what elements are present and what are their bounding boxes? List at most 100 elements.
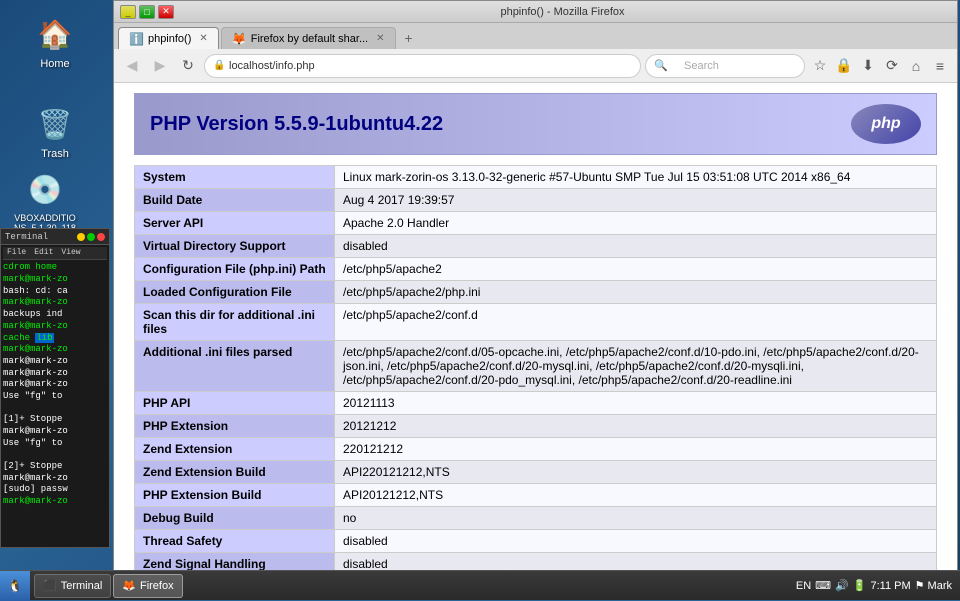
table-row: Server APIApache 2.0 Handler bbox=[135, 212, 937, 235]
terminal-max-btn[interactable] bbox=[87, 233, 95, 241]
php-info-table: SystemLinux mark-zorin-os 3.13.0-32-gene… bbox=[134, 165, 937, 574]
table-row: PHP API20121113 bbox=[135, 392, 937, 415]
terminal-line-1: cdrom home bbox=[3, 262, 107, 274]
new-tab-button[interactable]: + bbox=[398, 27, 420, 49]
terminal-line-14: [1]+ Stoppe bbox=[3, 414, 107, 426]
safe-icon[interactable]: 🔒 bbox=[833, 55, 855, 77]
system-clock: 7:11 PM bbox=[870, 580, 910, 592]
table-row: PHP Extension20121212 bbox=[135, 415, 937, 438]
table-row: Scan this dir for additional .ini files/… bbox=[135, 304, 937, 341]
taskbar-items: ⬛ Terminal 🦊 Firefox bbox=[30, 574, 788, 598]
taskbar-item-firefox[interactable]: 🦊 Firefox bbox=[113, 574, 182, 598]
terminal-line-11: mark@mark-zo bbox=[3, 379, 107, 391]
toolbar-icons: ☆ 🔒 ⬇ ⟳ ⌂ ≡ bbox=[809, 55, 951, 77]
tab-firefox-share[interactable]: 🦊 Firefox by default shar... ✕ bbox=[221, 27, 396, 49]
terminal-min-btn[interactable] bbox=[77, 233, 85, 241]
nav-bar: ◀ ▶ ↻ 🔒 localhost/info.php 🔍 Search ☆ 🔒 … bbox=[114, 49, 957, 83]
php-logo-text: php bbox=[871, 115, 900, 133]
back-button[interactable]: ◀ bbox=[120, 54, 144, 78]
terminal-line-19: mark@mark-zo bbox=[3, 473, 107, 485]
download-icon[interactable]: ⬇ bbox=[857, 55, 879, 77]
search-icon: 🔍 bbox=[654, 59, 668, 72]
table-value: Linux mark-zorin-os 3.13.0-32-generic #5… bbox=[335, 166, 937, 189]
terminal-line-17 bbox=[3, 449, 107, 461]
taskbar-item-terminal[interactable]: ⬛ Terminal bbox=[34, 574, 111, 598]
address-text: localhost/info.php bbox=[229, 60, 315, 72]
tab-firefox-share-close[interactable]: ✕ bbox=[376, 33, 384, 44]
table-key: Scan this dir for additional .ini files bbox=[135, 304, 335, 341]
table-row: SystemLinux mark-zorin-os 3.13.0-32-gene… bbox=[135, 166, 937, 189]
terminal-window: Terminal File Edit View cdrom home mark@… bbox=[0, 228, 110, 548]
table-row: Zend Extension BuildAPI220121212,NTS bbox=[135, 461, 937, 484]
battery-icon: 🔋 bbox=[853, 579, 867, 592]
table-value: /etc/php5/apache2/conf.d/05-opcache.ini,… bbox=[335, 341, 937, 392]
table-row: PHP Extension BuildAPI20121212,NTS bbox=[135, 484, 937, 507]
terminal-close-btn[interactable] bbox=[97, 233, 105, 241]
taskbar-terminal-icon: ⬛ bbox=[43, 579, 57, 592]
tab-phpinfo-icon: ℹ️ bbox=[129, 32, 144, 46]
menu-icon[interactable]: ≡ bbox=[929, 55, 951, 77]
terminal-line-18: [2]+ Stoppe bbox=[3, 461, 107, 473]
table-key: Thread Safety bbox=[135, 530, 335, 553]
table-row: Zend Extension220121212 bbox=[135, 438, 937, 461]
desktop-icon-home[interactable]: 🏠 Home bbox=[20, 10, 90, 74]
terminal-line-16: Use "fg" to bbox=[3, 438, 107, 450]
tab-firefox-share-icon: 🦊 bbox=[232, 32, 247, 46]
terminal-title-bar: Terminal bbox=[5, 232, 48, 242]
search-bar[interactable]: 🔍 Search bbox=[645, 54, 805, 78]
home-nav-icon[interactable]: ⌂ bbox=[905, 55, 927, 77]
php-version: PHP Version 5.5.9-1ubuntu4.22 bbox=[150, 113, 443, 136]
keyboard-indicator: EN bbox=[796, 580, 811, 592]
table-row: Thread Safetydisabled bbox=[135, 530, 937, 553]
terminal-line-12: Use "fg" to bbox=[3, 391, 107, 403]
table-value: 20121113 bbox=[335, 392, 937, 415]
table-key: Build Date bbox=[135, 189, 335, 212]
table-row: Virtual Directory Supportdisabled bbox=[135, 235, 937, 258]
table-key: Zend Extension Build bbox=[135, 461, 335, 484]
bookmark-star-icon[interactable]: ☆ bbox=[809, 55, 831, 77]
table-value: Aug 4 2017 19:39:57 bbox=[335, 189, 937, 212]
forward-button[interactable]: ▶ bbox=[148, 54, 172, 78]
tab-phpinfo-label: phpinfo() bbox=[148, 33, 191, 45]
start-button[interactable]: 🐧 bbox=[0, 571, 30, 601]
window-controls: _ □ ✕ bbox=[120, 5, 174, 19]
terminal-line-3: bash: cd: ca bbox=[3, 286, 107, 298]
volume-icon[interactable]: 🔊 bbox=[835, 579, 849, 592]
reload-button[interactable]: ↻ bbox=[176, 54, 200, 78]
minimize-button[interactable]: _ bbox=[120, 5, 136, 19]
firefox-window: _ □ ✕ phpinfo() - Mozilla Firefox ℹ️ php… bbox=[113, 0, 958, 575]
table-value: /etc/php5/apache2/conf.d bbox=[335, 304, 937, 341]
table-key: Loaded Configuration File bbox=[135, 281, 335, 304]
maximize-button[interactable]: □ bbox=[139, 5, 155, 19]
terminal-menu-view[interactable]: View bbox=[61, 248, 80, 258]
taskbar-firefox-label: Firefox bbox=[140, 580, 174, 592]
table-key: Zend Extension bbox=[135, 438, 335, 461]
terminal-line-7: cache lib bbox=[3, 333, 107, 345]
address-bar[interactable]: 🔒 localhost/info.php bbox=[204, 54, 641, 78]
tab-firefox-share-label: Firefox by default shar... bbox=[251, 33, 368, 45]
table-value: 220121212 bbox=[335, 438, 937, 461]
terminal-line-5: backups ind bbox=[3, 309, 107, 321]
table-row: Debug Buildno bbox=[135, 507, 937, 530]
table-value: 20121212 bbox=[335, 415, 937, 438]
page-content: PHP Version 5.5.9-1ubuntu4.22 php System… bbox=[114, 83, 957, 574]
terminal-menu-edit[interactable]: Edit bbox=[34, 248, 53, 258]
table-row: Loaded Configuration File/etc/php5/apach… bbox=[135, 281, 937, 304]
table-key: PHP Extension bbox=[135, 415, 335, 438]
close-button[interactable]: ✕ bbox=[158, 5, 174, 19]
clock-time: 7:11 PM bbox=[870, 580, 910, 592]
home-icon: 🏠 bbox=[35, 14, 75, 54]
address-lock-icon: 🔒 bbox=[213, 60, 225, 71]
sync-icon[interactable]: ⟳ bbox=[881, 55, 903, 77]
table-key: Debug Build bbox=[135, 507, 335, 530]
tab-phpinfo[interactable]: ℹ️ phpinfo() ✕ bbox=[118, 27, 219, 49]
desktop-icon-trash[interactable]: 🗑️ Trash bbox=[20, 100, 90, 164]
terminal-line-4: mark@mark-zo bbox=[3, 297, 107, 309]
terminal-menu-file[interactable]: File bbox=[7, 248, 26, 258]
tab-phpinfo-close[interactable]: ✕ bbox=[199, 33, 207, 44]
table-row: Configuration File (php.ini) Path/etc/ph… bbox=[135, 258, 937, 281]
trash-icon-label: Trash bbox=[41, 148, 69, 160]
table-key: Configuration File (php.ini) Path bbox=[135, 258, 335, 281]
table-key: Server API bbox=[135, 212, 335, 235]
table-value: /etc/php5/apache2/php.ini bbox=[335, 281, 937, 304]
